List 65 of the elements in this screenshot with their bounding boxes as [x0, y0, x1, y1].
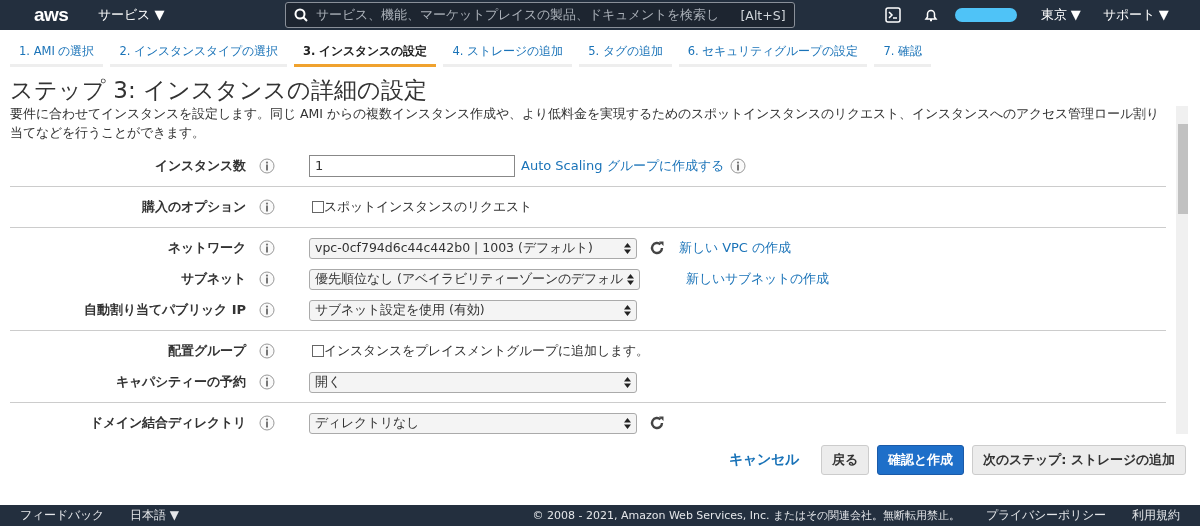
info-icon[interactable] [259, 302, 275, 318]
field-label: ドメイン結合ディレクトリ [89, 414, 246, 432]
info-icon[interactable] [259, 343, 275, 359]
up-down-arrows-icon [624, 242, 631, 254]
cancel-link[interactable]: キャンセル [719, 445, 810, 475]
button[interactable]: 確認と作成 [877, 445, 965, 475]
field-label: キャパシティーの予約 [115, 373, 246, 391]
step-tab[interactable]: 3. インスタンスの設定 [294, 38, 437, 67]
step-tab[interactable]: 4. ストレージの追加 [443, 38, 573, 67]
link[interactable]: 新しい VPC の作成 [679, 239, 792, 257]
up-down-arrows-icon [624, 304, 631, 316]
search-field[interactable]: サービス、機能、マーケットプレイスの製品、ドキュメントを検索し [Alt+S] [284, 2, 795, 28]
terms-link[interactable]: 利用規約 [1132, 507, 1180, 524]
button[interactable]: 戻る [821, 445, 870, 475]
field-label: 配置グループ [167, 342, 246, 360]
services-menu[interactable]: サービス ▼ [98, 6, 165, 24]
field-label: インスタンス数 [154, 157, 246, 175]
field-label: サブネット [180, 270, 246, 288]
step-tab[interactable]: 6. セキュリティグループの設定 [678, 38, 868, 67]
page-title: ステップ 3: インスタンスの詳細の設定 [10, 76, 428, 104]
terminal-icon[interactable] [884, 7, 901, 23]
dropdown[interactable]: vpc-0cf794d6c44c442b0 | 1003 (デフォルト) [309, 237, 637, 259]
info-icon[interactable] [259, 199, 275, 215]
scrollbar[interactable] [1176, 106, 1188, 434]
button[interactable]: 次のステップ: ストレージの追加 [972, 445, 1186, 475]
refresh-icon[interactable] [649, 240, 665, 256]
input-field[interactable]: 1 [309, 155, 515, 177]
description-text: 要件に合わせてインスタンスを設定します。同じ AMI からの複数インスタンス作成や、より低料金を実現するためのスポットインスタンスのリクエスト、インスタンスへのアクセス管理ロール割り当てなどを行うことができます。 [10, 105, 1160, 142]
refresh-icon[interactable] [649, 415, 665, 431]
redacted-account-name[interactable] [954, 8, 1017, 22]
support-menu[interactable]: サポート ▼ [1102, 6, 1169, 24]
dropdown[interactable]: 開く [309, 371, 637, 393]
up-down-arrows-icon [624, 376, 631, 388]
language-menu[interactable]: 日本語 ▼ [130, 507, 180, 524]
field-label: ネットワーク [167, 239, 246, 257]
info-icon[interactable] [259, 240, 275, 256]
dropdown[interactable]: サブネット設定を使用 (有効) [309, 299, 637, 321]
checkbox-label: インスタンスをプレイスメントグループに追加します。 [324, 342, 649, 360]
privacy-policy-link[interactable]: プライバシーポリシー [986, 507, 1106, 524]
aws-logo[interactable]: aws [34, 4, 69, 26]
step-tab[interactable]: 1. AMI の選択 [10, 38, 104, 67]
step-tab[interactable]: 2. インスタンスタイプの選択 [110, 38, 288, 67]
link[interactable]: Auto Scaling グループに作成する [521, 157, 724, 175]
field-label: 購入のオプション [141, 198, 246, 216]
copyright-text: © 2008 - 2021, Amazon Web Services, Inc. またはその関連会社。無断転用禁止。 [532, 508, 960, 523]
dropdown[interactable]: 優先順位なし (アベイラビリティーゾーンのデフォル [309, 268, 640, 290]
checkbox[interactable] [312, 345, 324, 357]
field-label: 自動割り当てパブリック IP [83, 301, 246, 319]
region-menu[interactable]: 東京 ▼ [1040, 6, 1081, 24]
info-icon[interactable] [729, 158, 746, 174]
checkbox[interactable] [312, 201, 324, 213]
step-tab[interactable]: 5. タグの追加 [579, 38, 672, 67]
up-down-arrows-icon [626, 273, 634, 285]
info-icon[interactable] [259, 158, 275, 174]
info-icon[interactable] [259, 374, 275, 390]
step-tab[interactable]: 7. 確認 [874, 38, 932, 67]
search-icon [293, 8, 308, 22]
info-icon[interactable] [259, 271, 275, 287]
up-down-arrows-icon [624, 417, 631, 429]
dropdown[interactable]: ディレクトリなし [309, 412, 637, 434]
bell-icon[interactable] [922, 7, 939, 23]
info-icon[interactable] [259, 415, 275, 431]
link[interactable]: 新しいサブネットの作成 [685, 270, 829, 288]
feedback-link[interactable]: フィードバック [20, 507, 104, 524]
checkbox-label: スポットインスタンスのリクエスト [324, 198, 532, 216]
